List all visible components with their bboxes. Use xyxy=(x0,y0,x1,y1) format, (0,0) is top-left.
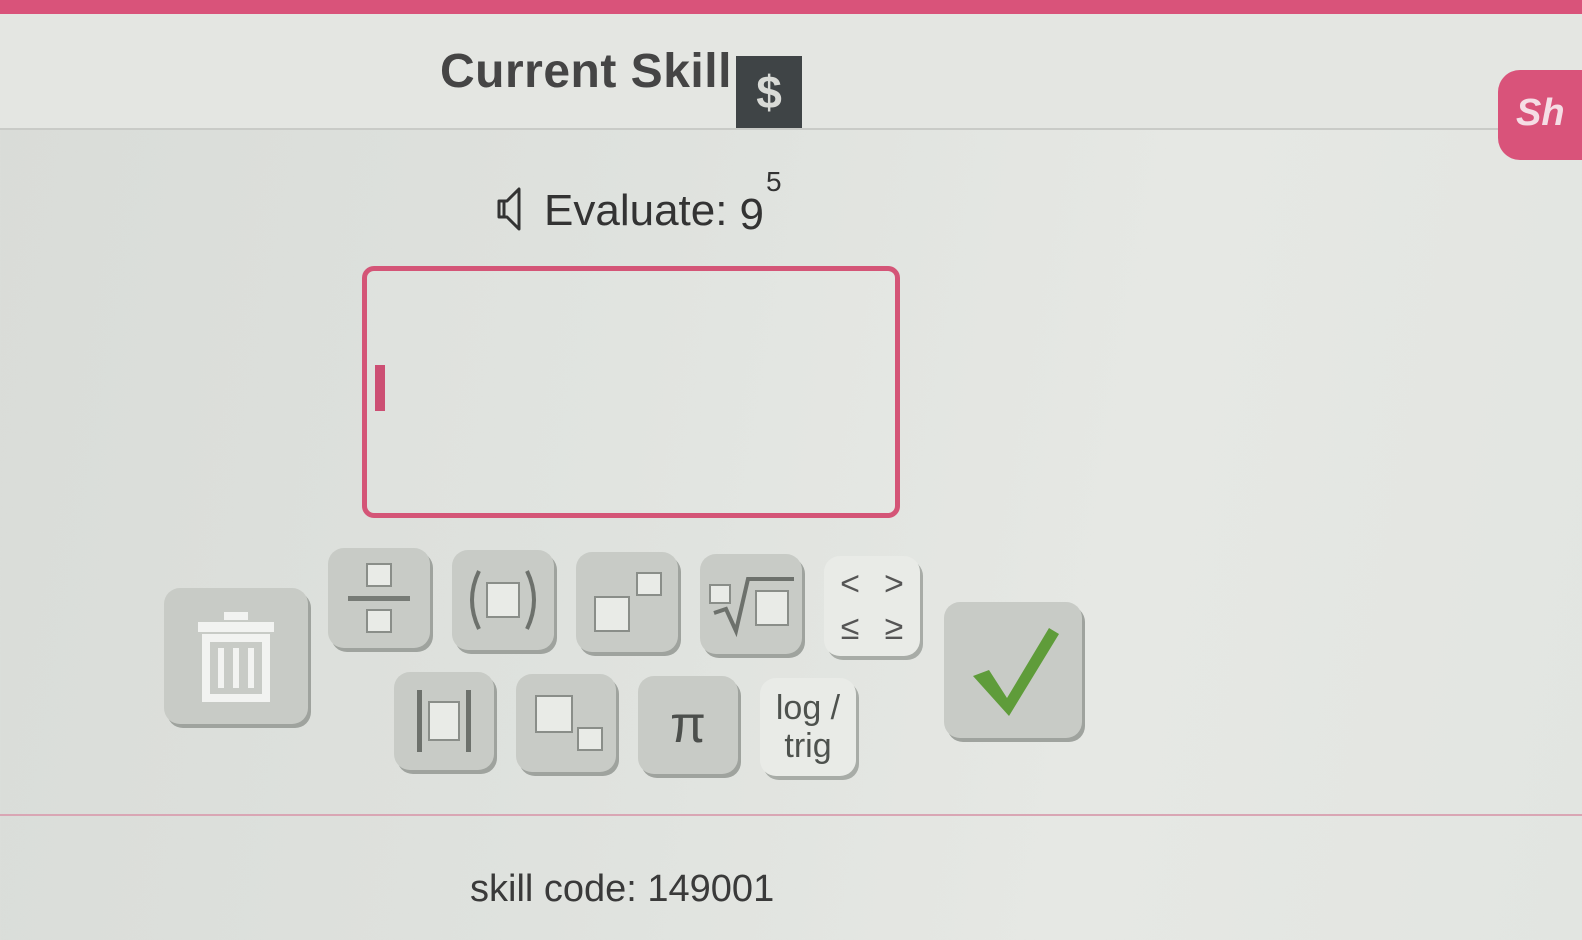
less-than-symbol: < xyxy=(840,565,860,603)
show-button[interactable]: Sh xyxy=(1498,70,1582,160)
parentheses-key[interactable] xyxy=(452,550,554,650)
inequality-key[interactable]: < > ≤ ≥ xyxy=(824,556,920,656)
header-bar: Current Skill $ Sh xyxy=(0,14,1582,160)
delete-button[interactable] xyxy=(164,588,308,724)
inequality-symbols: < > ≤ ≥ xyxy=(840,564,904,648)
question-prompt: Evaluate: 9 5 xyxy=(496,166,782,240)
nth-root-key[interactable] xyxy=(700,554,802,654)
speaker-icon[interactable] xyxy=(496,184,532,234)
pi-key[interactable]: π xyxy=(638,676,738,774)
subscript-key[interactable] xyxy=(516,674,616,772)
footer-divider xyxy=(0,814,1582,816)
less-equal-symbol: ≤ xyxy=(840,609,860,647)
checkmark-icon xyxy=(973,628,1059,716)
question-label: Evaluate: xyxy=(544,186,728,235)
parentheses-icon xyxy=(470,570,536,630)
fraction-key[interactable] xyxy=(328,548,430,648)
skill-code: skill code: 149001 xyxy=(470,868,775,910)
exponent-key[interactable] xyxy=(576,552,678,652)
absolute-value-icon xyxy=(417,690,471,752)
top-accent-bar xyxy=(0,0,1582,14)
dollar-badge[interactable]: $ xyxy=(736,56,802,128)
nth-root-icon xyxy=(709,577,794,638)
greater-equal-symbol: ≥ xyxy=(884,609,904,647)
pi-label: π xyxy=(670,696,706,754)
text-cursor xyxy=(375,365,385,411)
question-exponent: 5 xyxy=(765,166,782,197)
greater-than-symbol: > xyxy=(884,565,904,603)
log-trig-label: log / trig xyxy=(775,689,841,765)
submit-button[interactable] xyxy=(944,602,1082,738)
page-title: Current Skill xyxy=(440,45,732,98)
trash-icon xyxy=(198,612,274,702)
answer-input[interactable] xyxy=(362,266,900,518)
absolute-value-key[interactable] xyxy=(394,672,494,770)
exponent-icon xyxy=(594,572,662,632)
question-base: 9 xyxy=(739,190,764,239)
subscript-icon xyxy=(535,695,603,751)
fraction-icon xyxy=(348,563,410,633)
log-trig-key[interactable]: log / trig xyxy=(760,678,856,776)
